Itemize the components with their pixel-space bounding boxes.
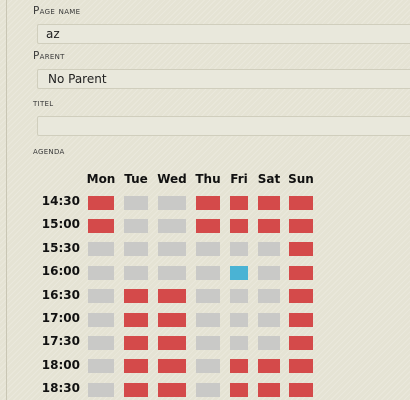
slot-sun-1730[interactable] bbox=[289, 335, 313, 350]
day-header-sun: Sun bbox=[288, 172, 314, 186]
slot-sat-1630[interactable] bbox=[258, 289, 280, 304]
slot-sun-1830[interactable] bbox=[289, 382, 313, 397]
slot-sun-1700[interactable] bbox=[289, 312, 313, 327]
slot-fri-1500[interactable] bbox=[230, 218, 248, 233]
time-label: 16:00 bbox=[41, 264, 80, 279]
slot-tue-1530[interactable] bbox=[124, 242, 148, 257]
slot-wed-1530[interactable] bbox=[158, 242, 186, 257]
slot-thu-1430[interactable] bbox=[196, 195, 220, 210]
slot-sun-1630[interactable] bbox=[289, 289, 313, 304]
slot-mon-1600[interactable] bbox=[88, 265, 114, 280]
slot-tue-1800[interactable] bbox=[124, 359, 148, 374]
slot-sun-1600[interactable] bbox=[289, 265, 313, 280]
slot-sat-1700[interactable] bbox=[258, 312, 280, 327]
slot-tue-1500[interactable] bbox=[124, 218, 148, 233]
slot-wed-1830[interactable] bbox=[158, 382, 186, 397]
slot-wed-1800[interactable] bbox=[158, 359, 186, 374]
slot-mon-1830[interactable] bbox=[88, 382, 114, 397]
slot-mon-1800[interactable] bbox=[88, 359, 114, 374]
slot-tue-1630[interactable] bbox=[124, 289, 148, 304]
time-label: 18:30 bbox=[41, 381, 80, 396]
slot-thu-1530[interactable] bbox=[196, 242, 220, 257]
slot-thu-1800[interactable] bbox=[196, 359, 220, 374]
slot-sat-1600[interactable] bbox=[258, 265, 280, 280]
slot-mon-1430[interactable] bbox=[88, 195, 114, 210]
titel-label: titel bbox=[33, 98, 54, 109]
parent-label: Parent bbox=[33, 50, 65, 62]
slot-fri-1530[interactable] bbox=[230, 242, 248, 257]
slot-wed-1430[interactable] bbox=[158, 195, 186, 210]
slot-sat-1730[interactable] bbox=[258, 335, 280, 350]
slot-tue-1730[interactable] bbox=[124, 335, 148, 350]
time-label: 17:30 bbox=[41, 334, 80, 349]
page-name-label: Page name bbox=[33, 5, 81, 17]
slot-wed-1600[interactable] bbox=[158, 265, 186, 280]
slot-wed-1500[interactable] bbox=[158, 218, 186, 233]
slot-fri-1730[interactable] bbox=[230, 335, 248, 350]
slot-wed-1630[interactable] bbox=[158, 289, 186, 304]
slot-fri-1430[interactable] bbox=[230, 195, 248, 210]
slot-mon-1730[interactable] bbox=[88, 335, 114, 350]
slot-thu-1500[interactable] bbox=[196, 218, 220, 233]
slot-wed-1730[interactable] bbox=[158, 335, 186, 350]
slot-mon-1530[interactable] bbox=[88, 242, 114, 257]
slot-thu-1630[interactable] bbox=[196, 289, 220, 304]
day-header-mon: Mon bbox=[86, 172, 116, 186]
slot-fri-1800[interactable] bbox=[230, 359, 248, 374]
time-label: 15:30 bbox=[41, 240, 80, 255]
slot-thu-1830[interactable] bbox=[196, 382, 220, 397]
left-border bbox=[6, 0, 7, 400]
slot-thu-1600[interactable] bbox=[196, 265, 220, 280]
slot-sat-1800[interactable] bbox=[258, 359, 280, 374]
slot-tue-1430[interactable] bbox=[124, 195, 148, 210]
titel-input[interactable] bbox=[37, 116, 410, 136]
slot-sat-1500[interactable] bbox=[258, 218, 280, 233]
slot-sat-1530[interactable] bbox=[258, 242, 280, 257]
slot-fri-1830[interactable] bbox=[230, 382, 248, 397]
slot-sun-1530[interactable] bbox=[289, 242, 313, 257]
slot-thu-1700[interactable] bbox=[196, 312, 220, 327]
slot-fri-1600[interactable] bbox=[230, 265, 248, 280]
slot-mon-1630[interactable] bbox=[88, 289, 114, 304]
slot-sun-1430[interactable] bbox=[289, 195, 313, 210]
time-label: 14:30 bbox=[41, 194, 80, 208]
slot-sun-1800[interactable] bbox=[289, 359, 313, 374]
slot-sun-1500[interactable] bbox=[289, 218, 313, 233]
slot-tue-1830[interactable] bbox=[124, 382, 148, 397]
slot-wed-1700[interactable] bbox=[158, 312, 186, 327]
time-label: 18:00 bbox=[41, 357, 80, 372]
slot-sat-1430[interactable] bbox=[258, 195, 280, 210]
day-header-tue: Tue bbox=[124, 172, 148, 186]
time-label: 16:30 bbox=[41, 287, 80, 302]
slot-fri-1700[interactable] bbox=[230, 312, 248, 327]
day-header-wed: Wed bbox=[157, 172, 187, 186]
time-label: 17:00 bbox=[41, 311, 80, 325]
slot-mon-1700[interactable] bbox=[88, 312, 114, 327]
time-label: 15:00 bbox=[41, 217, 80, 232]
agenda-label: agenda bbox=[33, 146, 65, 157]
slot-sat-1830[interactable] bbox=[258, 382, 280, 397]
slot-tue-1700[interactable] bbox=[124, 312, 148, 327]
slot-thu-1730[interactable] bbox=[196, 335, 220, 350]
slot-tue-1600[interactable] bbox=[124, 265, 148, 280]
slot-mon-1500[interactable] bbox=[88, 218, 114, 233]
slot-fri-1630[interactable] bbox=[230, 289, 248, 304]
parent-select[interactable]: No Parent bbox=[37, 69, 410, 89]
page-name-input[interactable]: az bbox=[37, 24, 410, 44]
